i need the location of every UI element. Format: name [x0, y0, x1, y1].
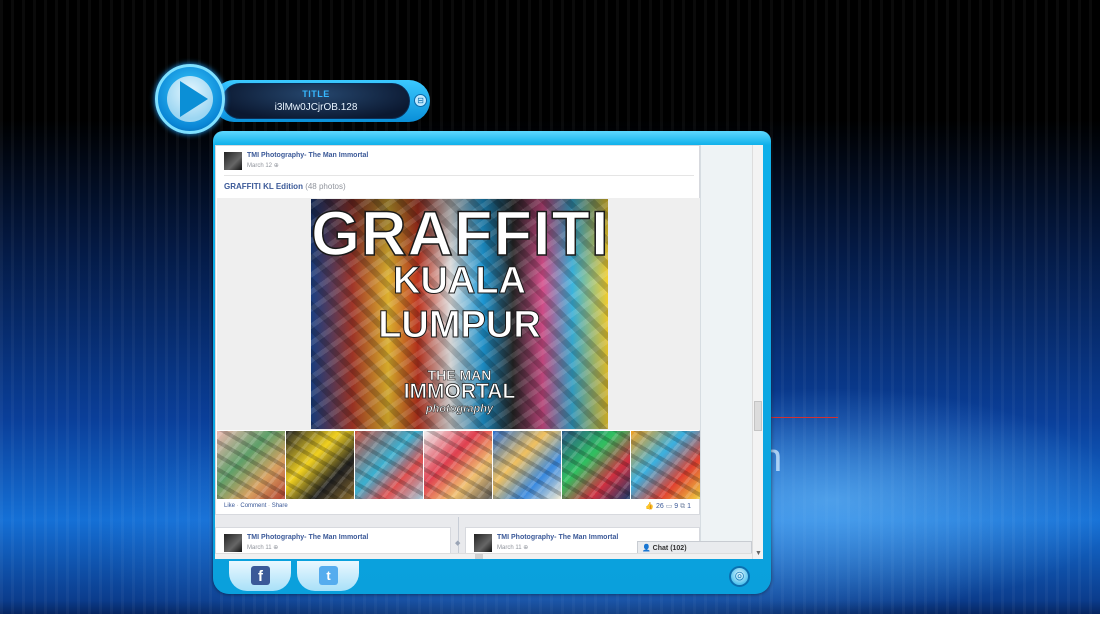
bottom-bar: f t ◎: [213, 559, 771, 594]
title-options-button[interactable]: ⊟: [414, 94, 427, 107]
album-cover-photo[interactable]: GRAFFITI KUALA LUMPUR THE MAN IMMORTAL p…: [311, 199, 608, 429]
comment-count-icon: ▭: [665, 503, 673, 510]
avatar[interactable]: [224, 152, 242, 170]
post-divider: [224, 175, 694, 176]
globe-icon: ⊕: [273, 545, 279, 551]
album-cover-area: GRAFFITI KUALA LUMPUR THE MAN IMMORTAL p…: [217, 198, 700, 430]
chat-user-icon: 👤: [642, 545, 651, 552]
avatar[interactable]: [224, 534, 242, 552]
vertical-scrollbar[interactable]: ▼: [752, 145, 763, 559]
scroll-down-arrow-icon[interactable]: ▼: [755, 550, 762, 557]
like-count-icon: 👍: [645, 503, 654, 510]
comment-count[interactable]: 9: [674, 503, 678, 510]
player-window: ▼ TMI Photography- The Man Immortal Marc…: [213, 131, 771, 594]
timeline-dot-icon: ◆: [455, 540, 461, 547]
album-post: TMI Photography- The Man Immortal March …: [215, 145, 700, 515]
vertical-scrollbar-thumb[interactable]: [754, 401, 762, 431]
post-date[interactable]: March 12 ⊕: [247, 162, 279, 169]
play-icon: [180, 81, 208, 117]
bottom-edge: [0, 614, 1100, 618]
album-title-link[interactable]: GRAFFITI KL Edition: [224, 182, 303, 191]
album-thumbnails: [217, 431, 700, 499]
menu-button[interactable]: ◎: [729, 566, 750, 587]
cover-title-line2: KUALA LUMPUR: [378, 260, 542, 347]
twitter-button[interactable]: t: [297, 561, 359, 591]
post-date-text: March 11: [247, 545, 272, 551]
post-counts: 👍 26 ▭ 9 ⧉ 1: [645, 502, 691, 511]
post-author-link[interactable]: TMI Photography- The Man Immortal: [247, 534, 368, 541]
like-link[interactable]: Like: [224, 503, 235, 509]
chat-count: (102): [670, 545, 687, 552]
right-rail: [700, 145, 752, 559]
post-author-link[interactable]: TMI Photography- The Man Immortal: [247, 152, 368, 159]
post-date[interactable]: March 11 ⊕: [247, 544, 278, 551]
content-viewport: ▼ TMI Photography- The Man Immortal Marc…: [215, 145, 763, 559]
share-count[interactable]: 1: [687, 503, 691, 510]
player-header: TITLE i3lMw0JCjrOB.128 ⊟: [155, 64, 430, 134]
facebook-icon: f: [251, 566, 270, 585]
facebook-button[interactable]: f: [229, 561, 291, 591]
twitter-icon: t: [319, 566, 338, 585]
album-thumbnail[interactable]: [631, 431, 700, 499]
comment-link[interactable]: Comment: [240, 503, 266, 509]
album-thumbnail[interactable]: [424, 431, 492, 499]
album-thumbnail[interactable]: [355, 431, 423, 499]
background-red-line: [770, 417, 838, 418]
title-label: TITLE: [302, 89, 330, 99]
album-thumbnail[interactable]: [493, 431, 561, 499]
album-thumbnail[interactable]: [286, 431, 354, 499]
globe-icon: ⊕: [273, 163, 279, 169]
post-date-text: March 12: [247, 163, 273, 169]
globe-icon: ⊕: [523, 545, 529, 551]
post-actions: Like · Comment · Share: [224, 503, 288, 509]
chat-label: Chat: [652, 545, 669, 552]
avatar[interactable]: [474, 534, 492, 552]
cover-brand-line3: photography: [425, 403, 494, 416]
action-separator: ·: [268, 503, 271, 509]
album-thumbnail[interactable]: [217, 431, 285, 499]
post-date[interactable]: March 11 ⊕: [497, 544, 528, 551]
album-line: GRAFFITI KL Edition (48 photos): [224, 182, 346, 191]
post-author-link[interactable]: TMI Photography- The Man Immortal: [497, 534, 618, 541]
share-link[interactable]: Share: [272, 503, 288, 509]
action-separator: ·: [236, 503, 239, 509]
title-value: i3lMw0JCjrOB.128: [274, 102, 358, 113]
title-display: TITLE i3lMw0JCjrOB.128: [222, 83, 410, 119]
like-count[interactable]: 26: [656, 503, 664, 510]
album-thumbnail[interactable]: [562, 431, 630, 499]
album-photo-count: (48 photos): [305, 182, 346, 191]
post-date-text: March 11: [497, 545, 522, 551]
menu-icon: ◎: [734, 570, 745, 582]
options-icon: ⊟: [417, 96, 424, 105]
cover-brand-line2: IMMORTAL: [403, 380, 516, 404]
share-count-icon: ⧉: [680, 503, 686, 510]
title-pill: TITLE i3lMw0JCjrOB.128 ⊟: [213, 80, 430, 122]
